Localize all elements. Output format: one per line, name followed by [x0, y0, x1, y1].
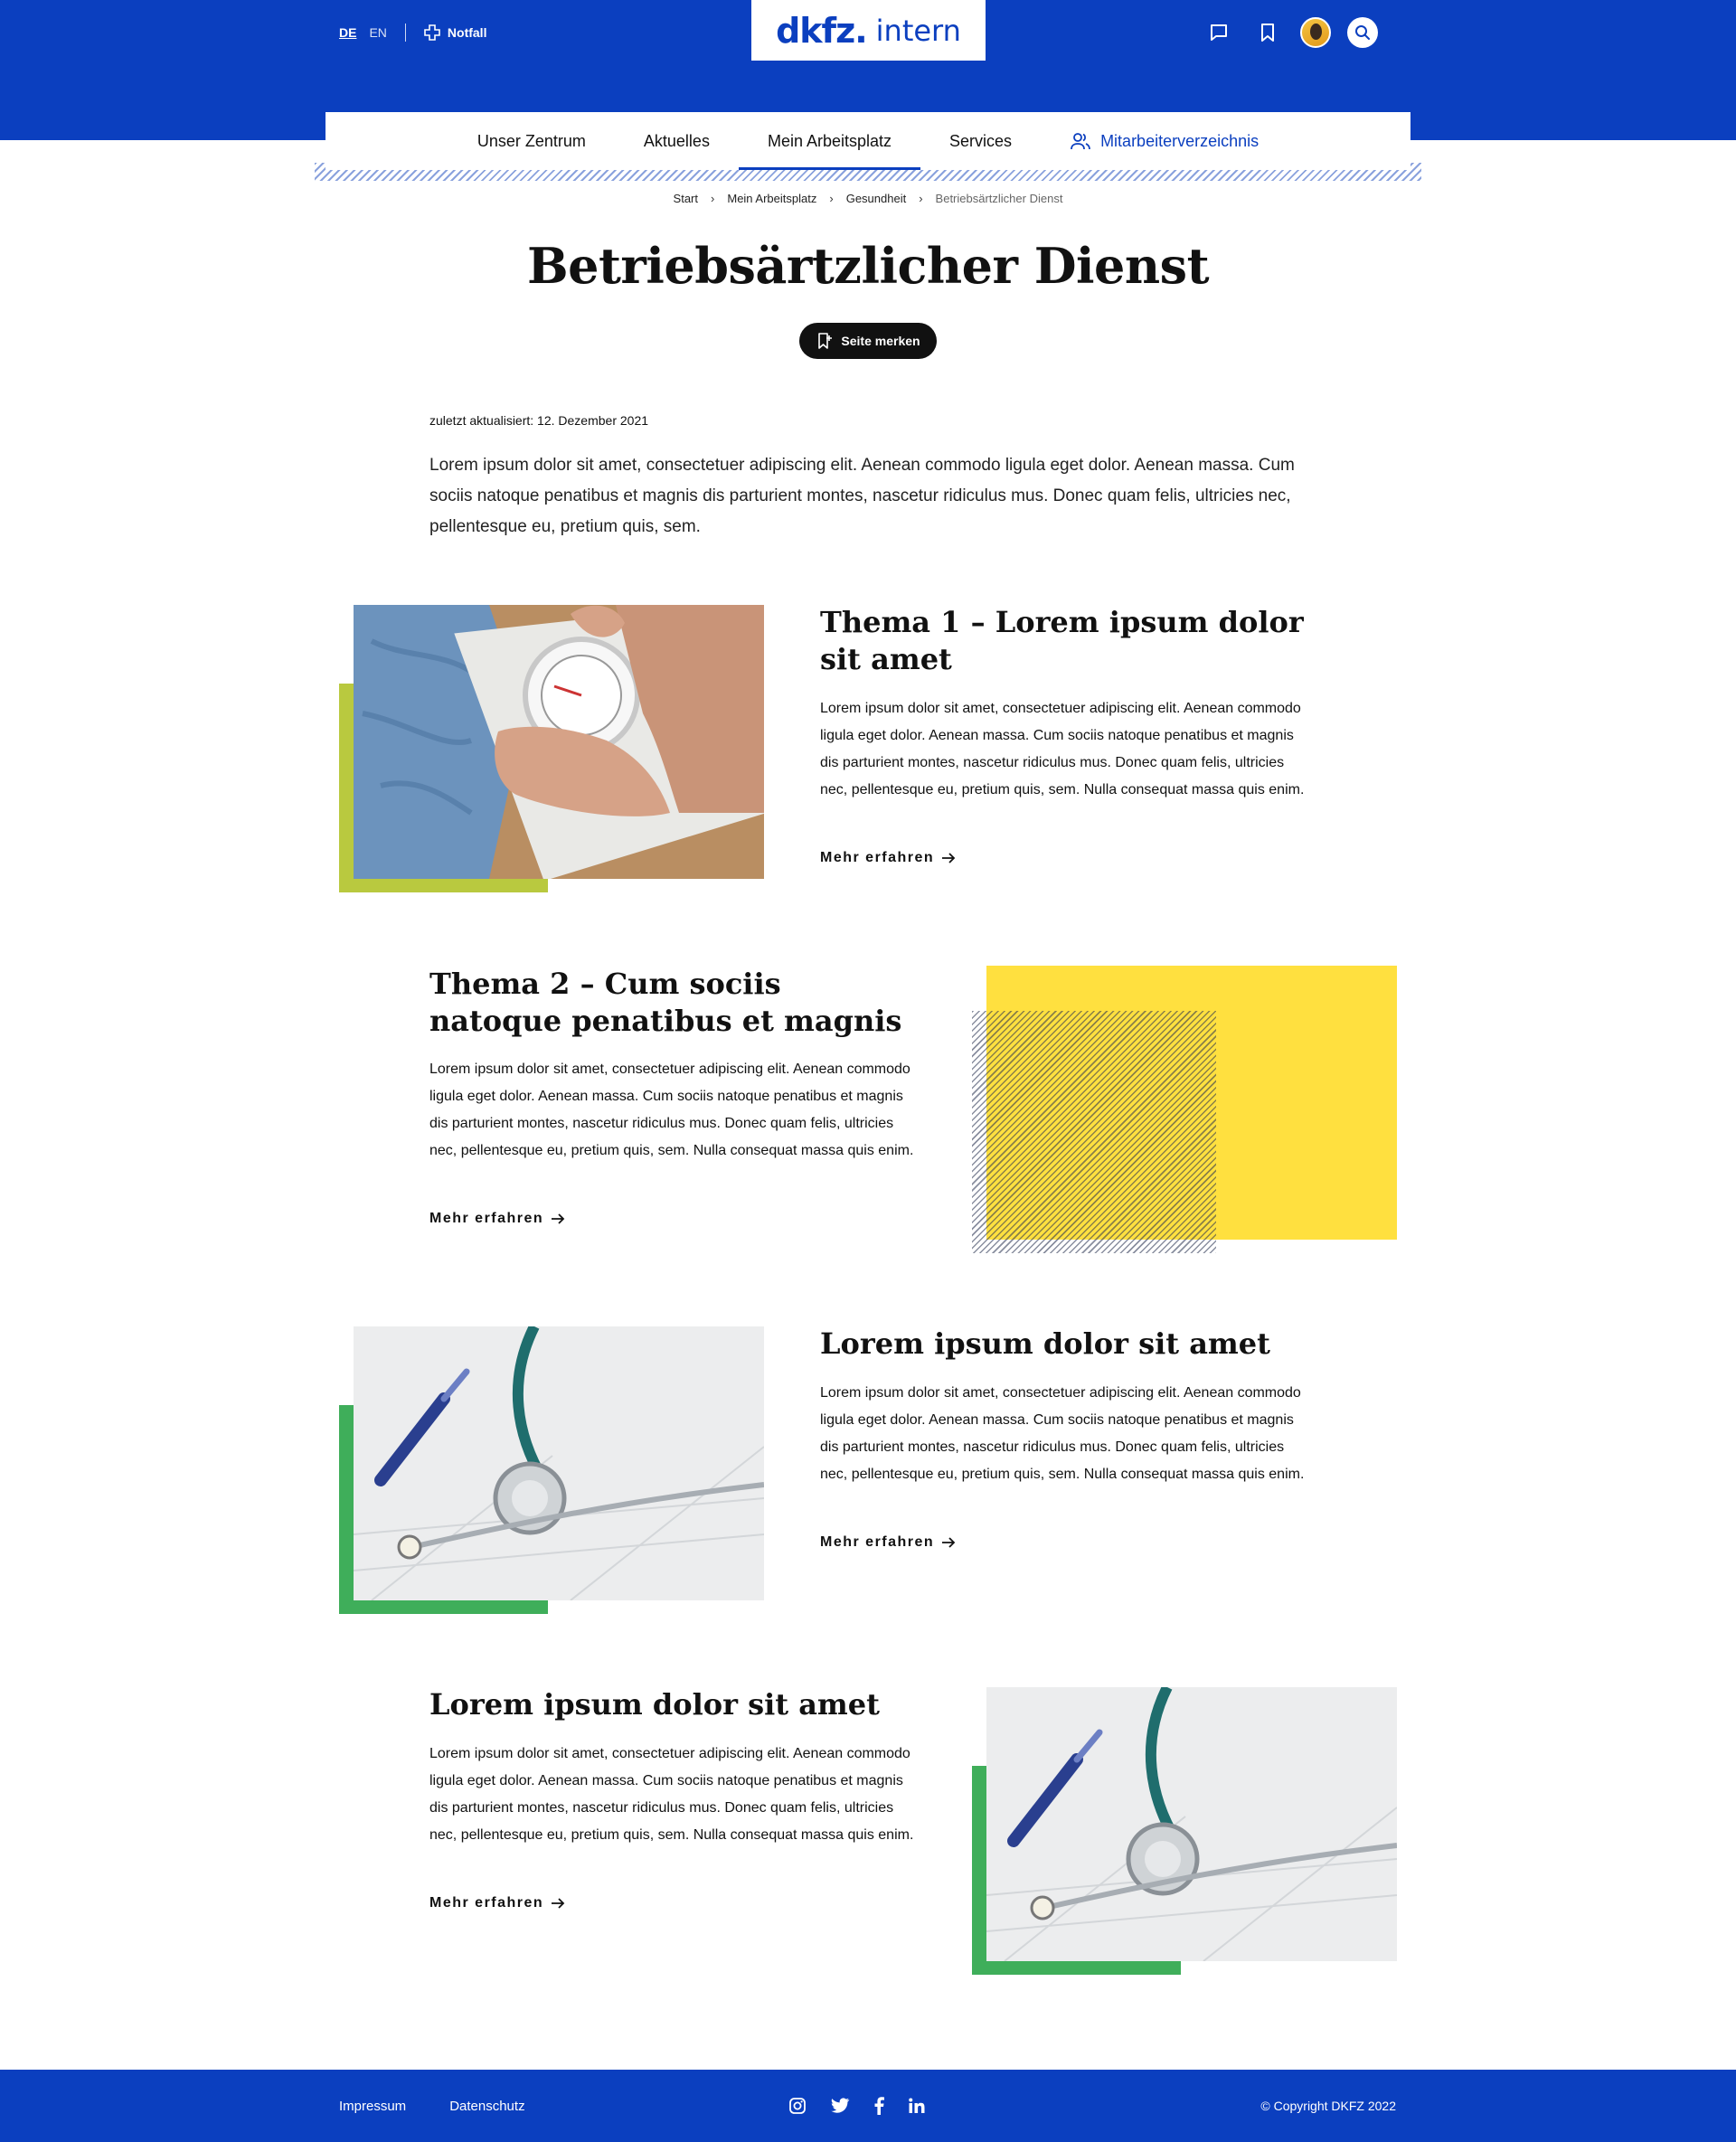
bookmark-add-icon [818, 333, 833, 349]
stethoscope-illustration [986, 1687, 1397, 1961]
search-button[interactable] [1347, 17, 1378, 48]
intro-text: Lorem ipsum dolor sit amet, consectetuer… [429, 456, 1295, 536]
bookmark-page-label: Seite merken [841, 334, 920, 348]
section-4-more-link[interactable]: Mehr erfahren [429, 1895, 565, 1911]
logo[interactable]: dkfz. intern [751, 0, 986, 61]
divider [404, 24, 406, 42]
section-1-more-link[interactable]: Mehr erfahren [820, 850, 956, 866]
bookmark-icon [1261, 24, 1274, 42]
avatar[interactable] [1300, 17, 1331, 48]
hatch-decoration [972, 1011, 1216, 1253]
breadcrumb-mein-arbeitsplatz[interactable]: Mein Arbeitsplatz [727, 192, 816, 205]
chevron-right-icon: › [919, 192, 923, 205]
linkedin-icon[interactable] [908, 2097, 926, 2115]
chat-icon [1211, 24, 1227, 41]
arrow-right-icon [552, 1213, 565, 1224]
twitter-icon[interactable] [830, 2098, 850, 2114]
medical-cross-icon [424, 24, 440, 41]
lang-en-link[interactable]: EN [369, 25, 386, 40]
instagram-icon[interactable] [788, 2097, 807, 2115]
language-switch: DE EN Notfall [339, 24, 486, 42]
stethoscope-photo [354, 1326, 764, 1600]
last-updated: zuletzt aktualisiert: 12. Dezember 2021 [429, 413, 649, 428]
nav-item-directory[interactable]: Mitarbeiterverzeichnis [1041, 112, 1288, 170]
social-links [788, 2070, 926, 2142]
section-3-more-link[interactable]: Mehr erfahren [820, 1534, 956, 1551]
nav-item-unser-zentrum[interactable]: Unser Zentrum [448, 112, 615, 170]
bookmarks-button[interactable] [1251, 16, 1284, 49]
more-label: Mehr erfahren [820, 1534, 935, 1550]
footer-links: Impressum Datenschutz [339, 2070, 525, 2142]
section-1-text: Lorem ipsum dolor sit amet, consectetuer… [820, 701, 1305, 797]
section-1-title: Thema 1 – Lorem ipsum dolor sit amet [820, 605, 1304, 676]
copyright: © Copyright DKFZ 2022 [1260, 2099, 1396, 2113]
arrow-right-icon [942, 1537, 956, 1548]
people-icon [1071, 133, 1090, 150]
section-2-text: Lorem ipsum dolor sit amet, consectetuer… [429, 1062, 914, 1158]
section-4-title: Lorem ipsum dolor sit amet [429, 1687, 880, 1722]
section-3-title: Lorem ipsum dolor sit amet [820, 1326, 1270, 1361]
bookmark-page-button[interactable]: Seite merken [799, 323, 937, 359]
arrow-right-icon [942, 853, 956, 863]
footer-link-datenschutz[interactable]: Datenschutz [449, 2099, 524, 2114]
chevron-right-icon: › [829, 192, 834, 205]
directory-label: Mitarbeiterverzeichnis [1100, 131, 1260, 150]
lang-de-link[interactable]: DE [339, 25, 356, 40]
search-icon [1355, 25, 1370, 40]
more-label: Mehr erfahren [429, 1211, 544, 1226]
header-actions [1203, 16, 1378, 49]
logo-sub: intern [875, 13, 961, 48]
logo-brand: dkfz. [776, 10, 868, 51]
breadcrumb-current: Betriebsärtzlicher Dienst [935, 192, 1063, 205]
more-label: Mehr erfahren [820, 850, 935, 865]
stethoscope-photo [986, 1687, 1397, 1961]
nav-item-aktuelles[interactable]: Aktuelles [615, 112, 739, 170]
scale-photo [354, 605, 764, 879]
nav-item-mein-arbeitsplatz[interactable]: Mein Arbeitsplatz [738, 112, 921, 170]
section-4-text: Lorem ipsum dolor sit amet, consectetuer… [429, 1746, 914, 1843]
section-2-more-link[interactable]: Mehr erfahren [429, 1211, 565, 1227]
emergency-link[interactable]: Notfall [424, 24, 487, 41]
emergency-label: Notfall [447, 25, 487, 40]
chat-button[interactable] [1203, 16, 1235, 49]
arrow-right-icon [552, 1898, 565, 1909]
footer-link-impressum[interactable]: Impressum [339, 2099, 406, 2114]
facebook-icon[interactable] [873, 2097, 884, 2115]
section-3-text: Lorem ipsum dolor sit amet, consectetuer… [820, 1385, 1305, 1482]
section-2-title: Thema 2 – Cum sociis natoque penatibus e… [429, 967, 902, 1038]
more-label: Mehr erfahren [429, 1895, 544, 1911]
chevron-right-icon: › [711, 192, 715, 205]
breadcrumb-gesundheit[interactable]: Gesundheit [846, 192, 907, 205]
scale-illustration [354, 605, 764, 879]
breadcrumb-start[interactable]: Start [674, 192, 698, 205]
page-title: Betriebsärtzlicher Dienst [526, 237, 1210, 295]
footer: Impressum Datenschutz © Copyright DKFZ 2… [0, 2070, 1736, 2142]
stethoscope-illustration [354, 1326, 764, 1600]
breadcrumb: Start › Mein Arbeitsplatz › Gesundheit ›… [0, 192, 1736, 205]
nav-item-services[interactable]: Services [920, 112, 1041, 170]
main-nav: Unser Zentrum Aktuelles Mein Arbeitsplat… [326, 112, 1410, 170]
